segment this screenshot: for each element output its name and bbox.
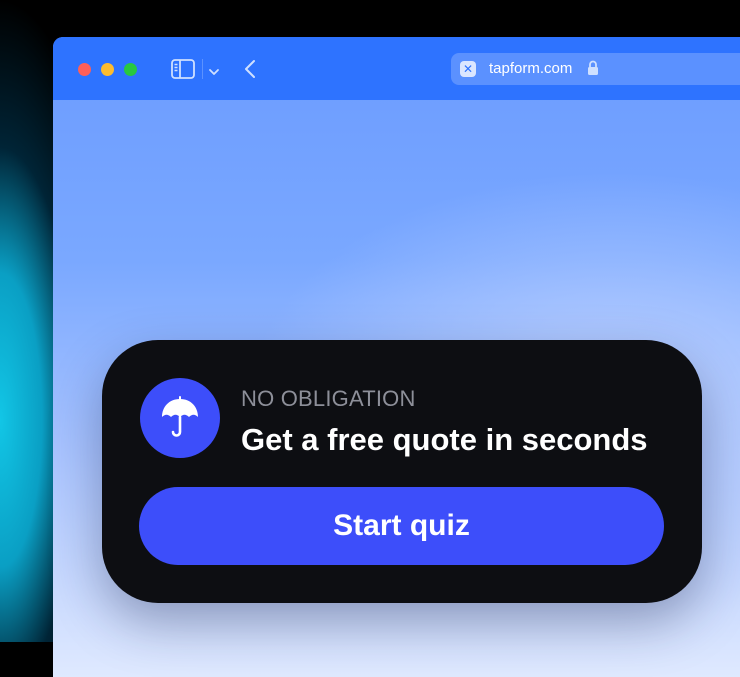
browser-toolbar: ✕ tapform.com <box>53 37 740 100</box>
start-quiz-button[interactable]: Start quiz <box>139 487 664 565</box>
address-bar[interactable]: ✕ tapform.com <box>451 53 740 85</box>
chevron-left-icon[interactable] <box>243 59 257 84</box>
minimize-window-button[interactable] <box>101 63 114 76</box>
zoom-window-button[interactable] <box>124 63 137 76</box>
umbrella-icon <box>140 378 220 458</box>
sidebar-toggle-icon[interactable] <box>171 59 195 84</box>
eyebrow-text: NO OBLIGATION <box>241 386 416 411</box>
lock-icon <box>587 60 599 81</box>
close-window-button[interactable] <box>78 63 91 76</box>
tab-close-icon[interactable]: ✕ <box>460 61 476 77</box>
card-headline: Get a free quote in seconds <box>241 422 648 457</box>
toolbar-divider <box>202 59 203 79</box>
chevron-down-icon[interactable] <box>208 64 220 82</box>
url-text: tapform.com <box>489 60 573 77</box>
quote-card: NO OBLIGATION Get a free quote in second… <box>102 340 702 603</box>
